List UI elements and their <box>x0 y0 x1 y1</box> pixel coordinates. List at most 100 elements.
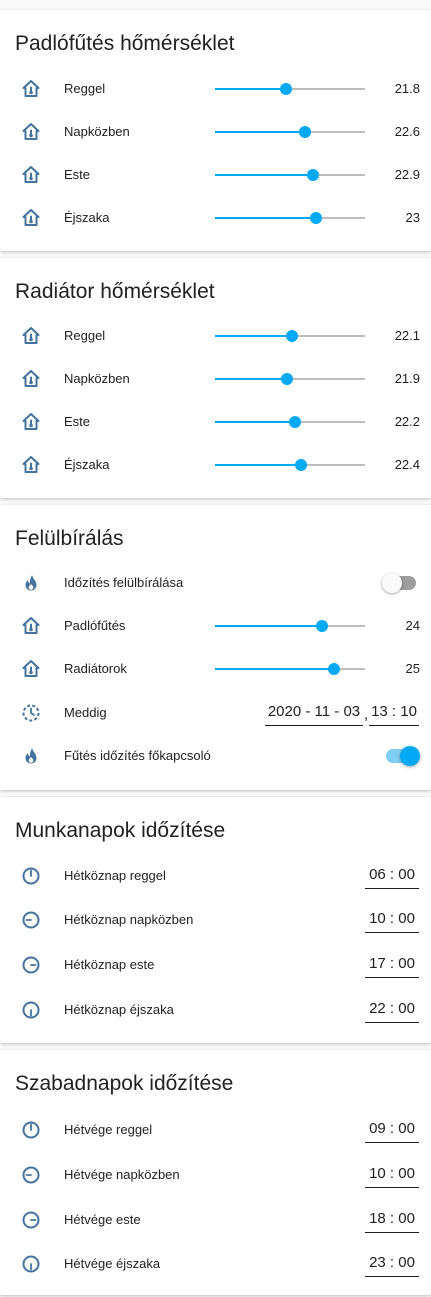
temperature-slider[interactable] <box>215 416 365 428</box>
home-thermometer-icon <box>21 455 41 475</box>
home-thermometer-icon <box>21 165 41 185</box>
row-label: Időzítés felülbírálása <box>64 575 184 590</box>
row-label: Radiátorok <box>64 661 127 676</box>
temperature-slider[interactable] <box>215 169 365 181</box>
home-thermometer-icon <box>21 369 41 389</box>
row-label: Este <box>64 414 91 429</box>
card-title: Munkanapok időzítése <box>15 819 226 842</box>
workday-row-daytime: Hétköznap napközben 10 : 00 <box>0 905 431 935</box>
time-input[interactable]: 09 : 00 <box>365 1117 419 1143</box>
fire-icon <box>21 573 41 593</box>
timing-override-toggle[interactable] <box>382 573 416 593</box>
temperature-slider[interactable] <box>215 212 365 224</box>
time-input[interactable]: 23 : 00 <box>365 1251 419 1277</box>
time-input[interactable]: 13 : 10 <box>369 700 419 726</box>
floor-row-morning: Reggel 21.8 <box>0 74 431 104</box>
temperature-slider[interactable] <box>215 663 365 675</box>
row-label: Hétköznap napközben <box>64 912 194 927</box>
time-input[interactable]: 06 : 00 <box>365 863 419 889</box>
radiator-row-daytime: Napközben 21.9 <box>0 364 431 394</box>
weekend-row-daytime: Hétvége napközben 10 : 00 <box>0 1160 431 1190</box>
time-input[interactable]: 10 : 00 <box>365 907 419 933</box>
override-card: Felülbírálás Időzítés felülbírálása Padl… <box>0 505 431 790</box>
master-switch-row: Fűtés időzítés főkapcsoló <box>0 741 431 771</box>
row-label: Hétvége reggel <box>64 1122 153 1137</box>
radiator-row-morning: Reggel 22.1 <box>0 321 431 351</box>
temperature-slider[interactable] <box>215 620 365 632</box>
row-label: Éjszaka <box>64 457 110 472</box>
timing-override-row: Időzítés felülbírálása <box>0 568 431 598</box>
row-label: Napközben <box>64 371 130 386</box>
slider-value: 22.4 <box>394 457 420 472</box>
row-label: Hétköznap éjszaka <box>64 1002 174 1017</box>
home-thermometer-icon <box>21 122 41 142</box>
floor-row-night: Éjszaka 23 <box>0 203 431 233</box>
weekend-row-morning: Hétvége reggel 09 : 00 <box>0 1115 431 1145</box>
clock-icon <box>21 910 41 930</box>
row-label: Meddig <box>64 705 107 720</box>
temperature-slider[interactable] <box>215 373 365 385</box>
time-input[interactable]: 22 : 00 <box>365 997 419 1023</box>
slider-fill <box>215 131 305 133</box>
home-thermometer-icon <box>21 616 41 636</box>
card-title: Szabadnapok időzítése <box>15 1072 234 1095</box>
toggle-thumb[interactable] <box>382 573 402 593</box>
slider-knob[interactable] <box>315 620 328 632</box>
toggle-thumb[interactable] <box>400 746 420 766</box>
master-switch-toggle[interactable] <box>386 746 420 766</box>
row-label: Este <box>64 167 91 182</box>
time-input[interactable]: 17 : 00 <box>365 952 419 978</box>
slider-value: 23 <box>405 210 420 225</box>
slider-knob[interactable] <box>327 663 340 675</box>
clock-icon <box>21 1000 41 1020</box>
clock-icon <box>21 955 41 975</box>
row-label: Hétköznap este <box>64 957 155 972</box>
row-label: Éjszaka <box>64 210 110 225</box>
home-thermometer-icon <box>21 659 41 679</box>
row-label: Reggel <box>64 81 106 96</box>
workday-row-night: Hétköznap éjszaka 22 : 00 <box>0 995 431 1025</box>
workday-row-evening: Hétköznap este 17 : 00 <box>0 950 431 980</box>
slider-knob[interactable] <box>309 212 322 224</box>
slider-value: 22.9 <box>394 167 420 182</box>
slider-knob[interactable] <box>279 83 292 95</box>
home-thermometer-icon <box>21 79 41 99</box>
clock-icon <box>21 866 41 886</box>
slider-knob[interactable] <box>306 169 319 181</box>
slider-fill <box>215 625 322 627</box>
row-label: Padlófűtés <box>64 618 126 633</box>
row-label: Hétvége éjszaka <box>64 1256 161 1271</box>
temperature-slider[interactable] <box>215 126 365 138</box>
floor-row-evening: Este 22.9 <box>0 160 431 190</box>
time-input[interactable]: 18 : 00 <box>365 1207 419 1233</box>
weekend-card: Szabadnapok időzítése Hétvége reggel 09 … <box>0 1050 431 1295</box>
slider-knob[interactable] <box>294 459 307 471</box>
date-time-separator: , <box>364 706 369 723</box>
slider-value: 24 <box>405 618 420 633</box>
slider-knob[interactable] <box>285 330 298 342</box>
slider-value: 21.8 <box>394 81 420 96</box>
clock-icon <box>21 1254 41 1274</box>
slider-knob[interactable] <box>288 416 301 428</box>
slider-fill <box>215 335 292 337</box>
clock-icon <box>21 1210 41 1230</box>
clock-icon <box>21 1165 41 1185</box>
slider-fill <box>215 88 286 90</box>
until-row: Meddig 2020 - 11 - 03 , 13 : 10 <box>0 698 431 728</box>
timer-sand-icon <box>21 703 41 723</box>
radiator-row-evening: Este 22.2 <box>0 407 431 437</box>
slider-value: 22.2 <box>394 414 420 429</box>
slider-knob[interactable] <box>299 126 311 138</box>
weekend-row-evening: Hétvége este 18 : 00 <box>0 1205 431 1235</box>
temperature-slider[interactable] <box>215 83 365 95</box>
slider-knob[interactable] <box>281 373 293 385</box>
time-input[interactable]: 10 : 00 <box>365 1162 419 1188</box>
row-label: Fűtés időzítés főkapcsoló <box>64 748 211 763</box>
home-thermometer-icon <box>21 412 41 432</box>
date-input[interactable]: 2020 - 11 - 03 <box>265 700 363 726</box>
clock-icon <box>21 1120 41 1140</box>
home-thermometer-icon <box>21 326 41 346</box>
slider-fill <box>215 668 334 670</box>
temperature-slider[interactable] <box>215 330 365 342</box>
temperature-slider[interactable] <box>215 459 365 471</box>
